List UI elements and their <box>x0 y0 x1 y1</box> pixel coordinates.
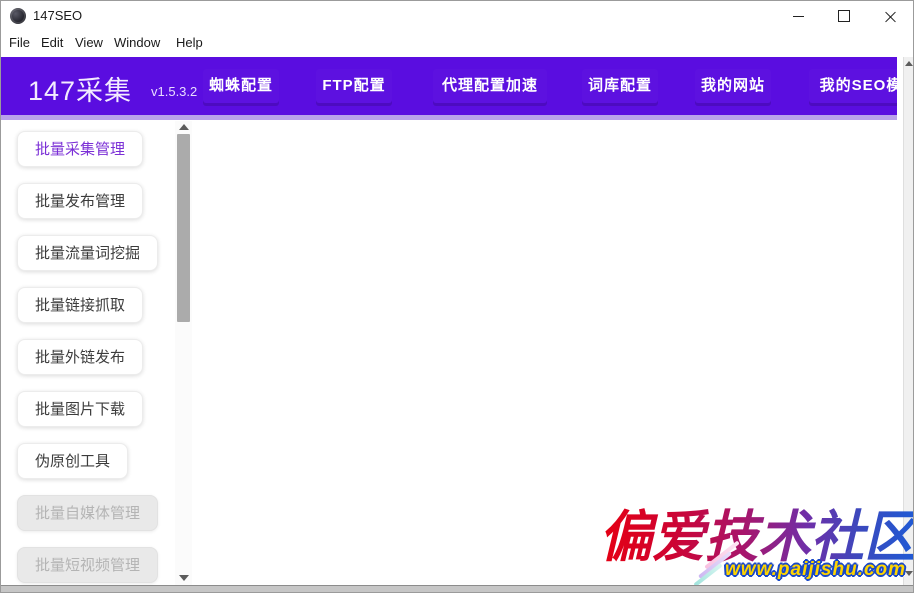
maximize-icon <box>838 10 850 22</box>
sidebar-item-link-grab[interactable]: 批量链接抓取 <box>17 287 143 323</box>
sidebar-scrollbar[interactable] <box>175 121 192 585</box>
title-bar: 147SEO <box>1 1 913 31</box>
app-icon <box>10 8 26 24</box>
app-logo: 147采集 <box>28 69 132 108</box>
close-icon <box>885 11 896 22</box>
maximize-button[interactable] <box>821 1 867 31</box>
sidebar-item-self-media: 批量自媒体管理 <box>17 495 158 531</box>
sidebar-item-short-video: 批量短视频管理 <box>17 547 158 583</box>
app-version: v1.5.3.2 <box>151 84 197 99</box>
menu-file[interactable]: File <box>9 35 30 50</box>
sidebar-item-backlink-publish[interactable]: 批量外链发布 <box>17 339 143 375</box>
sidebar-item-batch-publish[interactable]: 批量发布管理 <box>17 183 143 219</box>
sidebar-scroll-up-icon[interactable] <box>179 124 189 130</box>
sidebar-scroll-down-icon[interactable] <box>179 575 189 581</box>
sidebar-item-keyword-mining[interactable]: 批量流量词挖掘 <box>17 235 158 271</box>
menu-help[interactable]: Help <box>176 35 203 50</box>
menu-edit[interactable]: Edit <box>41 35 63 50</box>
menu-window[interactable]: Window <box>114 35 160 50</box>
nav-lexicon-config[interactable]: 词库配置 <box>582 69 658 103</box>
window-bottom-edge <box>1 585 913 593</box>
nav-my-seo-template[interactable]: 我的SEO模板 <box>809 69 897 103</box>
sidebar-item-image-download[interactable]: 批量图片下载 <box>17 391 143 427</box>
nav-proxy-config[interactable]: 代理配置加速 <box>433 69 547 103</box>
sidebar-item-batch-collect[interactable]: 批量采集管理 <box>17 131 143 167</box>
nav-spider-config[interactable]: 蜘蛛配置 <box>203 69 279 103</box>
close-button[interactable] <box>867 1 913 31</box>
app-window: 147SEO File Edit View Window Help 147采集 … <box>0 0 914 593</box>
menu-view[interactable]: View <box>75 35 103 50</box>
minimize-button[interactable] <box>775 1 821 31</box>
window-title: 147SEO <box>33 8 82 23</box>
sidebar-scrollbar-thumb[interactable] <box>177 134 190 322</box>
minimize-icon <box>793 16 804 17</box>
top-nav-header: 147采集 v1.5.3.2 蜘蛛配置 FTP配置 代理配置加速 词库配置 我的… <box>1 57 897 115</box>
main-scroll-up-icon[interactable] <box>905 61 913 66</box>
nav-ftp-config[interactable]: FTP配置 <box>316 69 392 103</box>
menu-bar: File Edit View Window Help <box>1 31 913 57</box>
header-bottom-edge <box>1 115 897 120</box>
window-controls <box>775 1 913 31</box>
nav-my-websites[interactable]: 我的网站 <box>695 69 771 103</box>
sidebar-item-pseudo-original[interactable]: 伪原创工具 <box>17 443 128 479</box>
watermark-url: www.paijishu.com <box>725 559 906 581</box>
